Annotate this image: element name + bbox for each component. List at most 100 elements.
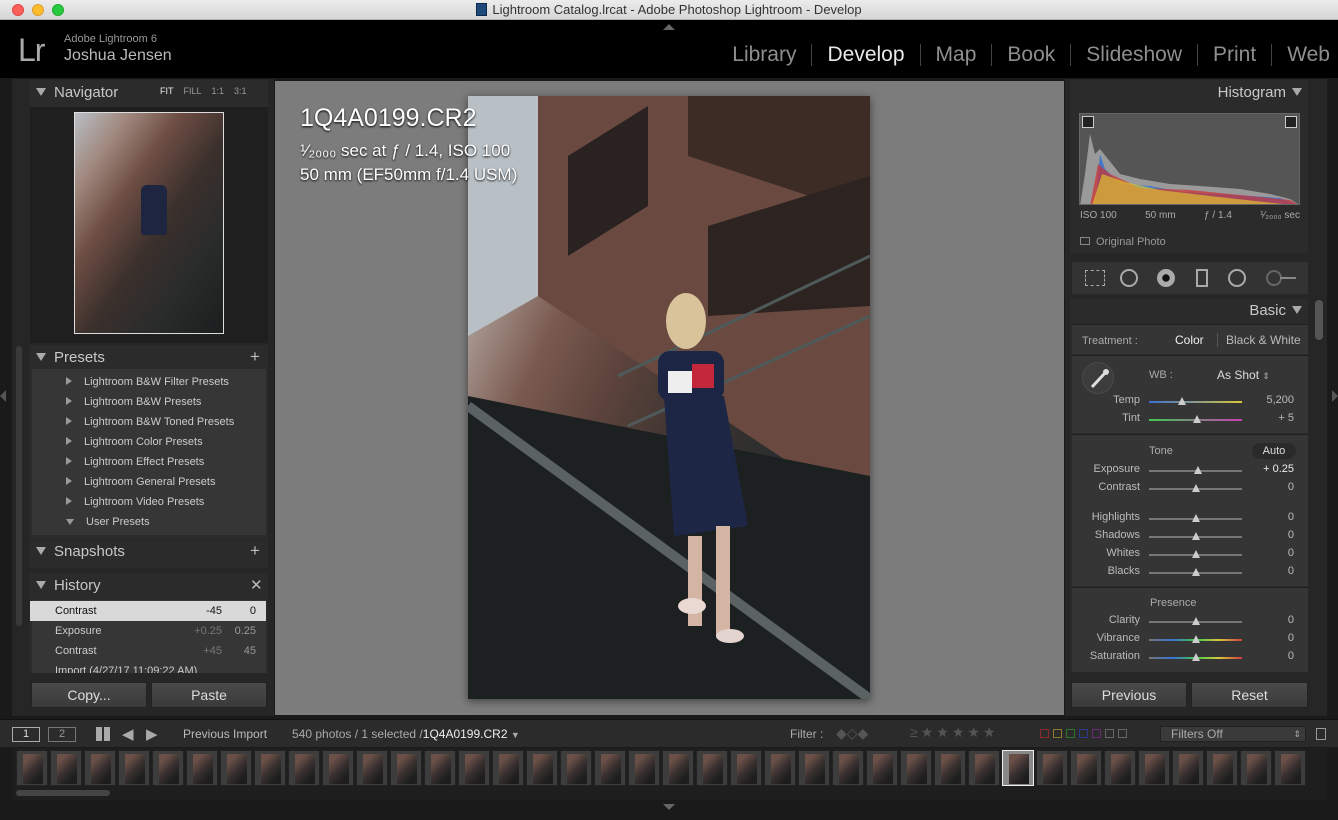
filmstrip-thumbnail[interactable] xyxy=(254,750,286,786)
vibrance-value[interactable]: 0 xyxy=(1248,632,1294,644)
filmstrip-thumbnail[interactable] xyxy=(356,750,388,786)
filmstrip-thumbnail[interactable] xyxy=(696,750,728,786)
color-label-filter[interactable] xyxy=(1040,729,1127,738)
contrast-slider[interactable] xyxy=(1149,484,1242,492)
star-icon[interactable]: ★ xyxy=(967,724,980,741)
blue-label-icon[interactable] xyxy=(1079,729,1088,738)
purple-label-icon[interactable] xyxy=(1092,729,1101,738)
filter-lock-icon[interactable] xyxy=(1316,728,1326,740)
main-photo[interactable] xyxy=(468,96,870,699)
treatment-color[interactable]: Color xyxy=(1175,333,1204,347)
original-photo-checkbox[interactable]: Original Photo xyxy=(1080,236,1166,248)
snapshots-header[interactable]: Snapshots xyxy=(30,543,268,567)
bottom-panel-toggle-icon[interactable] xyxy=(663,804,675,810)
filmstrip-thumbnail[interactable] xyxy=(118,750,150,786)
other-label-icon[interactable] xyxy=(1118,729,1127,738)
filmstrip-thumbnail[interactable] xyxy=(968,750,1000,786)
slider-knob-icon[interactable] xyxy=(1191,532,1200,540)
filmstrip-count-info[interactable]: 540 photos / 1 selected /1Q4A0199.CR2 ▼ xyxy=(292,727,520,741)
secondary-display-button[interactable]: 2 xyxy=(48,727,76,742)
treatment-black-white[interactable]: Black & White xyxy=(1226,333,1301,347)
filmstrip-thumbnail[interactable] xyxy=(560,750,592,786)
zoom-fit[interactable]: FIT xyxy=(160,86,174,96)
preset-folder[interactable]: Lightroom Effect Presets xyxy=(66,456,204,468)
blacks-value[interactable]: 0 xyxy=(1248,565,1294,577)
filmstrip-thumbnail[interactable] xyxy=(322,750,354,786)
module-slideshow[interactable]: Slideshow xyxy=(1071,44,1198,66)
preset-folder[interactable]: Lightroom B&W Toned Presets xyxy=(66,416,234,428)
filmstrip-scrollbar[interactable] xyxy=(16,790,110,796)
module-web[interactable]: Web xyxy=(1272,44,1338,66)
exposure-value[interactable]: + 0.25 xyxy=(1248,463,1294,475)
collapse-triangle-icon[interactable] xyxy=(1292,306,1302,314)
filmstrip-thumbnail[interactable] xyxy=(16,750,48,786)
slider-knob-icon[interactable] xyxy=(1191,653,1200,661)
shadows-slider[interactable] xyxy=(1149,532,1242,540)
star-icon[interactable]: ★ xyxy=(952,724,965,741)
blacks-slider[interactable] xyxy=(1149,568,1242,576)
navigator-thumbnail[interactable] xyxy=(74,112,224,334)
shadow-clipping-toggle[interactable] xyxy=(1082,116,1094,128)
filmstrip-thumbnail[interactable] xyxy=(526,750,558,786)
reset-button[interactable]: Reset xyxy=(1191,682,1308,708)
slider-knob-icon[interactable] xyxy=(1191,568,1200,576)
shadows-value[interactable]: 0 xyxy=(1248,529,1294,541)
history-row-selected[interactable]: Contrast -45 0 xyxy=(30,601,266,621)
copy-button[interactable]: Copy... xyxy=(31,682,147,708)
contrast-value[interactable]: 0 xyxy=(1248,481,1294,493)
slider-knob-icon[interactable] xyxy=(1194,466,1203,474)
filmstrip-thumbnail[interactable] xyxy=(1206,750,1238,786)
top-panel-toggle-icon[interactable] xyxy=(663,24,675,30)
red-label-icon[interactable] xyxy=(1040,729,1049,738)
slider-knob-icon[interactable] xyxy=(1191,514,1200,522)
collapse-triangle-icon[interactable] xyxy=(1292,88,1302,96)
zoom-1-1[interactable]: 1:1 xyxy=(212,86,225,96)
clarity-value[interactable]: 0 xyxy=(1248,614,1294,626)
highlight-clipping-toggle[interactable] xyxy=(1285,116,1297,128)
filmstrip-thumbnail[interactable] xyxy=(764,750,796,786)
slider-knob-icon[interactable] xyxy=(1191,635,1200,643)
crop-overlay-icon[interactable] xyxy=(1085,270,1105,286)
right-panel-scrollbar[interactable] xyxy=(1315,300,1323,340)
histogram-graph[interactable] xyxy=(1079,113,1300,205)
radial-filter-icon[interactable] xyxy=(1228,269,1246,287)
slider-knob-icon[interactable] xyxy=(1191,484,1200,492)
filmstrip-thumbnail[interactable] xyxy=(900,750,932,786)
filmstrip-thumbnail[interactable] xyxy=(866,750,898,786)
grid-view-icon[interactable] xyxy=(96,727,110,741)
temp-slider[interactable] xyxy=(1149,397,1242,405)
preset-folder[interactable]: Lightroom General Presets xyxy=(66,476,215,488)
preset-folder[interactable]: Lightroom Video Presets xyxy=(66,496,204,508)
filmstrip-thumbnail[interactable] xyxy=(1104,750,1136,786)
filmstrip-thumbnail-selected[interactable] xyxy=(1002,750,1034,786)
filmstrip-thumbnail[interactable] xyxy=(424,750,456,786)
filmstrip-thumbnail[interactable] xyxy=(220,750,252,786)
previous-button[interactable]: Previous xyxy=(1071,682,1187,708)
filmstrip-thumbnail[interactable] xyxy=(594,750,626,786)
tint-slider[interactable] xyxy=(1149,415,1242,423)
primary-display-button[interactable]: 1 xyxy=(12,727,40,742)
filmstrip-thumbnail[interactable] xyxy=(730,750,762,786)
filmstrip-thumbnail[interactable] xyxy=(1172,750,1204,786)
filmstrip-thumbnail[interactable] xyxy=(1274,750,1306,786)
filmstrip-thumbnail[interactable] xyxy=(458,750,490,786)
green-label-icon[interactable] xyxy=(1066,729,1075,738)
filmstrip-source[interactable]: Previous Import xyxy=(183,727,267,741)
module-map[interactable]: Map xyxy=(921,44,993,66)
temp-value[interactable]: 5,200 xyxy=(1248,394,1294,406)
preset-folder-user[interactable]: User Presets xyxy=(66,516,150,528)
module-develop[interactable]: Develop xyxy=(812,44,921,66)
flag-filter-icons[interactable]: ◆◇◆ xyxy=(836,725,868,742)
filmstrip-thumbnail[interactable] xyxy=(390,750,422,786)
wb-select[interactable]: As Shot ⇕ xyxy=(1217,368,1270,382)
exposure-slider[interactable] xyxy=(1149,466,1242,474)
filmstrip-thumbnail[interactable] xyxy=(288,750,320,786)
rating-filter[interactable]: ≥ ★ ★ ★ ★ ★ xyxy=(910,724,999,742)
module-library[interactable]: Library xyxy=(717,44,813,66)
clear-history-icon[interactable]: ✕ xyxy=(250,576,263,594)
forward-arrow-icon[interactable]: ▶ xyxy=(146,725,158,743)
filmstrip-thumbnail[interactable] xyxy=(84,750,116,786)
add-snapshot-icon[interactable]: + xyxy=(250,541,260,561)
slider-knob-icon[interactable] xyxy=(1177,397,1186,405)
filmstrip-thumbnail[interactable] xyxy=(1240,750,1272,786)
